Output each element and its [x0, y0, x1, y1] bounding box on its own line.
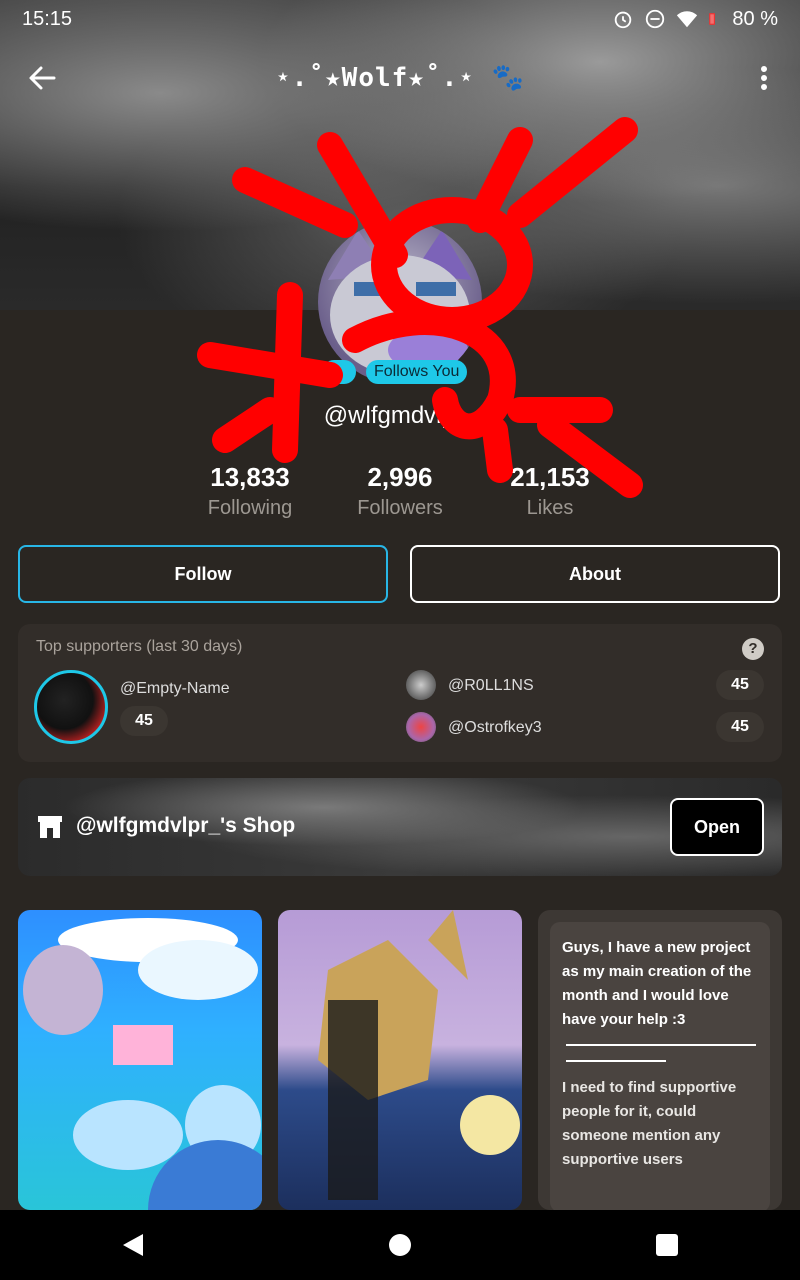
top-supporters-title: Top supporters (last 30 days)	[36, 638, 243, 655]
following-count: 13,833	[210, 462, 290, 492]
open-shop-button[interactable]: Open	[670, 798, 764, 856]
android-nav-bar	[0, 1210, 800, 1280]
top-supporters-panel: Top supporters (last 30 days) ? @Empty-N…	[18, 624, 782, 762]
about-button[interactable]: About	[410, 545, 780, 603]
followers-label: Followers	[357, 497, 443, 519]
post-text-content: Guys, I have a new project as my main cr…	[550, 922, 770, 1210]
wifi-icon	[677, 11, 698, 28]
followers-count: 2,996	[367, 462, 433, 492]
top-supporter-count: 45	[120, 706, 168, 736]
dnd-icon	[646, 9, 665, 29]
supporter-count-ostrofkey: 45	[716, 712, 764, 742]
supporter-avatar-rollins[interactable]	[406, 670, 436, 700]
profile-title: ⋆.˚★Wolf★˚.⋆ 🐾	[275, 63, 525, 93]
back-arrow-icon[interactable]	[26, 62, 58, 94]
shop-icon	[38, 816, 62, 838]
supporter-name-rollins[interactable]: @R0LL1NS	[448, 677, 534, 695]
post-card-all-about-me[interactable]	[18, 910, 262, 1210]
follow-button[interactable]: Follow	[18, 545, 388, 603]
shop-label: @wlfgmdvlpr_'s Shop	[76, 814, 296, 837]
likes-count: 21,153	[510, 462, 590, 492]
likes-stat: 21,153 Likes	[500, 462, 600, 520]
likes-label: Likes	[526, 497, 574, 519]
nav-recents-icon[interactable]	[655, 1233, 679, 1257]
battery-level: 80 %	[732, 7, 778, 30]
help-icon[interactable]: ?	[742, 638, 764, 660]
status-time: 15:15	[22, 7, 73, 30]
nav-back-icon[interactable]	[121, 1232, 145, 1258]
alarm-icon	[615, 11, 632, 29]
post-card-drawing[interactable]	[278, 910, 522, 1210]
profile-handle: @wlfgmdvlpr_	[323, 402, 477, 429]
following-stat[interactable]: 13,833 Following	[200, 462, 300, 520]
status-bar: 15:15 80 %	[0, 0, 800, 38]
supporter-avatar-ostrofkey[interactable]	[406, 712, 436, 742]
top-bar: ⋆.˚★Wolf★˚.⋆ 🐾	[0, 50, 800, 106]
supporter-count-rollins: 45	[716, 670, 764, 700]
post-art-drawing	[318, 910, 520, 1200]
post-text-divider-short	[566, 1060, 666, 1062]
profile-badges: Friend Follows You	[322, 360, 468, 384]
following-label: Following	[207, 497, 293, 519]
post-text-paragraph-2: I need to find supportive people for it,…	[562, 1079, 737, 1168]
post-text-paragraph-1: Guys, I have a new project as my main cr…	[562, 939, 752, 1028]
followers-stat[interactable]: 2,996 Followers	[350, 462, 450, 520]
post-card-text[interactable]: Guys, I have a new project as my main cr…	[538, 910, 782, 1210]
shop-banner[interactable]: @wlfgmdvlpr_'s Shop Open	[18, 778, 782, 876]
post-text-divider	[566, 1044, 756, 1046]
nav-home-icon[interactable]	[388, 1233, 412, 1257]
post-art-all-about-me	[23, 918, 262, 1210]
battery-icon	[709, 13, 716, 25]
top-supporter-name[interactable]: @Empty-Name	[120, 680, 230, 698]
supporter-name-ostrofkey[interactable]: @Ostrofkey3	[448, 719, 542, 737]
friend-badge: Friend	[322, 360, 356, 384]
follows-you-badge: Follows You	[366, 360, 468, 384]
profile-stats: 13,833 Following 2,996 Followers 21,153 …	[0, 462, 800, 520]
more-options-icon[interactable]	[754, 62, 774, 94]
top-supporter-avatar[interactable]	[34, 670, 108, 744]
